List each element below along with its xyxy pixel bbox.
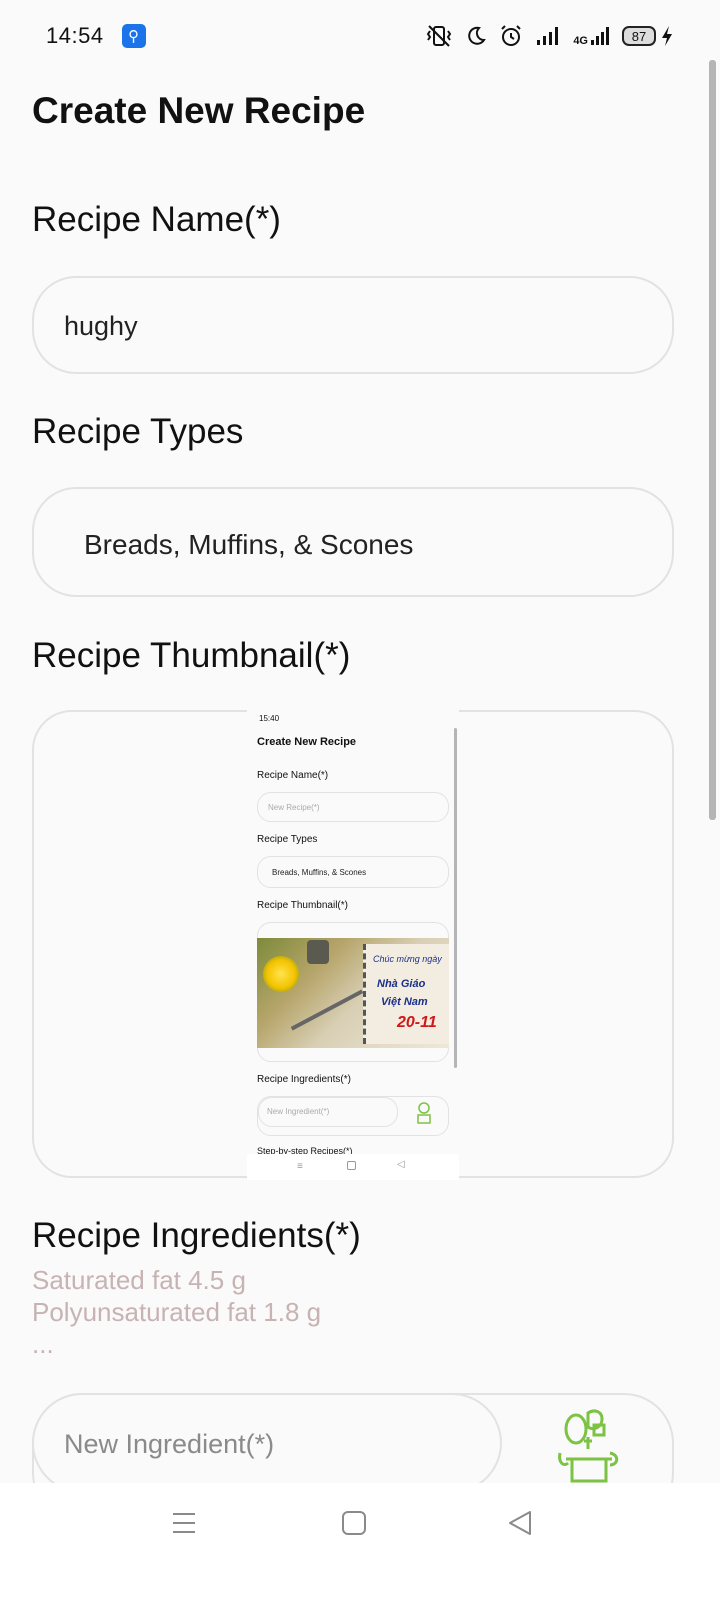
recipe-name-input[interactable]: hughy bbox=[32, 276, 674, 374]
signal-4g: 4G bbox=[573, 25, 610, 47]
flower-image bbox=[263, 956, 299, 992]
inkpot-image bbox=[307, 940, 329, 964]
preview-home-icon bbox=[347, 1161, 356, 1170]
preview-thumbnail-label: Recipe Thumbnail(*) bbox=[257, 900, 348, 911]
thumbnail-preview: 15:40 Create New Recipe Recipe Name(*) N… bbox=[247, 708, 459, 1180]
photo-text-4: 20-11 bbox=[397, 1014, 437, 1031]
preview-nav-bar: ≡ ◁ bbox=[247, 1154, 459, 1180]
preview-scrollbar bbox=[454, 728, 457, 1068]
recipe-name-label: Recipe Name(*) bbox=[32, 200, 281, 239]
status-time: 14:54 bbox=[46, 23, 104, 48]
preview-title: Create New Recipe bbox=[257, 736, 357, 748]
home-icon[interactable] bbox=[340, 1509, 368, 1537]
pen-image bbox=[290, 989, 364, 1031]
recipe-name-value: hughy bbox=[64, 311, 138, 341]
page-title: Create New Recipe bbox=[32, 90, 366, 131]
battery-level: 87 bbox=[622, 26, 656, 46]
preview-types-value: Breads, Muffins, & Scones bbox=[272, 868, 367, 877]
recipe-types-selected: Breads, Muffins, & Scones bbox=[84, 529, 414, 560]
scrollbar[interactable] bbox=[709, 60, 716, 820]
alarm-icon bbox=[501, 25, 522, 46]
photo-text-1: Chúc mừng ngày bbox=[373, 954, 442, 964]
preview-types-field: Breads, Muffins, & Scones bbox=[257, 856, 449, 888]
vibrate-icon bbox=[427, 25, 452, 47]
network-type: 4G bbox=[573, 35, 588, 47]
recipe-types-dropdown[interactable]: Breads, Muffins, & Scones bbox=[32, 487, 674, 597]
preview-ingredient-input: New Ingredient(*) bbox=[258, 1097, 398, 1127]
vegetable-basket-icon[interactable] bbox=[554, 1407, 624, 1487]
new-ingredient-placeholder: New Ingredient(*) bbox=[64, 1429, 275, 1459]
signal-icon bbox=[591, 27, 609, 45]
recipe-thumbnail-label: Recipe Thumbnail(*) bbox=[32, 636, 351, 675]
signal-icon bbox=[537, 27, 559, 45]
status-bar: 14:54 ⚲ 4G 87 bbox=[0, 0, 720, 72]
do-not-disturb-icon bbox=[468, 26, 487, 45]
back-icon[interactable] bbox=[506, 1509, 534, 1537]
preview-name-label: Recipe Name(*) bbox=[257, 770, 329, 781]
photo-text-3: Việt Nam bbox=[381, 996, 428, 1008]
preview-time: 15:40 bbox=[259, 714, 280, 723]
preview-types-label: Recipe Types bbox=[257, 834, 318, 845]
navigation-bar bbox=[0, 1483, 720, 1600]
preview-name-field: New Recipe(*) bbox=[257, 792, 449, 822]
ingredient-hint-more: ... bbox=[32, 1329, 54, 1359]
preview-ingredient-placeholder: New Ingredient(*) bbox=[267, 1107, 330, 1116]
preview-vegetable-icon bbox=[417, 1102, 431, 1124]
preview-name-placeholder: New Recipe(*) bbox=[268, 803, 320, 812]
ingredient-hint-2: Polyunsaturated fat 1.8 g bbox=[32, 1297, 322, 1327]
preview-ingredients-label: Recipe Ingredients(*) bbox=[257, 1074, 351, 1085]
preview-ingredient-field: New Ingredient(*) bbox=[257, 1096, 449, 1136]
preview-photo: Chúc mừng ngày Nhà Giáo Việt Nam 20-11 bbox=[257, 938, 449, 1048]
new-ingredient-input[interactable]: New Ingredient(*) bbox=[32, 1393, 502, 1493]
preview-back-icon: ◁ bbox=[397, 1159, 405, 1170]
recipe-ingredients-label: Recipe Ingredients(*) bbox=[32, 1216, 361, 1255]
battery-icon: 87 bbox=[622, 25, 674, 47]
menu-icon[interactable] bbox=[170, 1509, 198, 1537]
recipe-types-label: Recipe Types bbox=[32, 412, 244, 451]
photo-text-2: Nhà Giáo bbox=[377, 978, 426, 990]
status-icons: 4G 87 bbox=[425, 24, 674, 48]
charging-icon bbox=[662, 26, 672, 46]
usb-icon: ⚲ bbox=[121, 24, 146, 48]
preview-menu-icon: ≡ bbox=[297, 1161, 303, 1172]
ingredient-hint-1: Saturated fat 4.5 g bbox=[32, 1265, 246, 1295]
